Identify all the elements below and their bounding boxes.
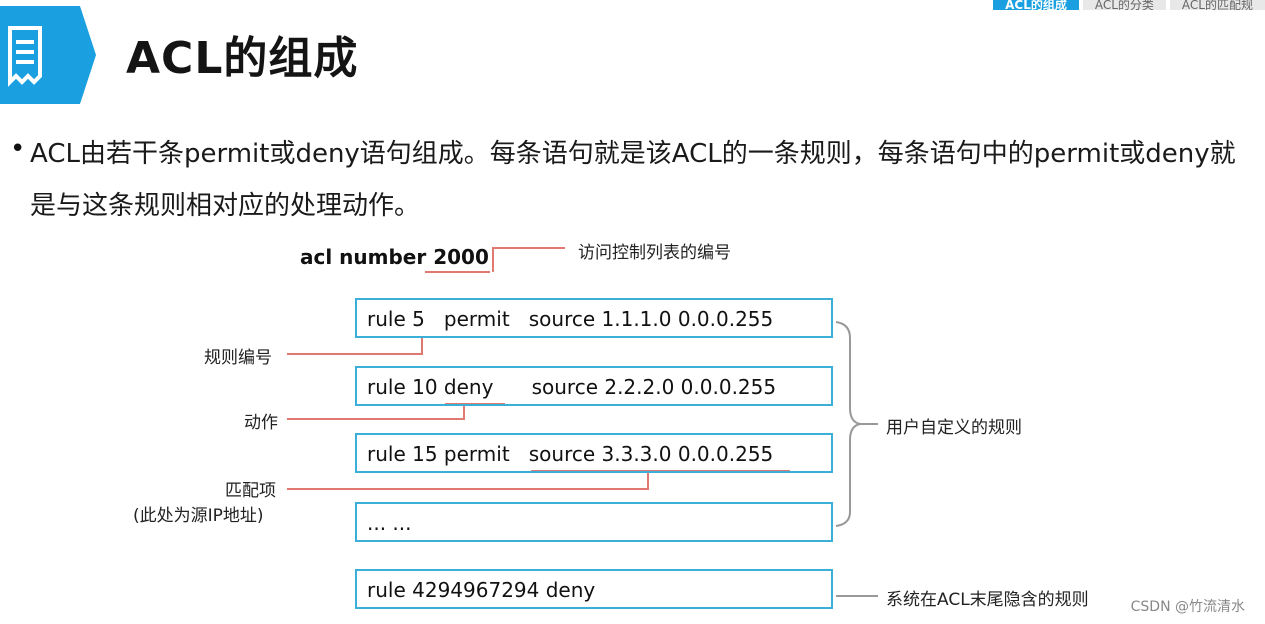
rule-box-ellipsis: ... ... <box>355 502 833 542</box>
acl-number-connector <box>492 247 565 272</box>
label-rule-number: 规则编号 <box>204 348 272 368</box>
label-user-defined: 用户自定义的规则 <box>886 418 1022 438</box>
watermark: CSDN @竹流清水 <box>1130 599 1245 615</box>
action-connector <box>287 404 465 420</box>
rule-box-15: rule 15 permit source 3.3.3.0 0.0.0.255 <box>355 433 833 473</box>
user-rules-brace <box>835 321 861 527</box>
label-match-item: 匹配项 <box>225 481 276 501</box>
rule-box-10: rule 10 deny source 2.2.2.0 0.0.0.255 <box>355 366 833 406</box>
label-match-item-note: (此处为源IP地址) <box>133 506 264 526</box>
rule-box-implicit: rule 4294967294 deny <box>355 569 833 609</box>
match-connector <box>287 471 649 490</box>
label-acl-number: 访问控制列表的编号 <box>578 243 731 263</box>
rule-number-connector <box>287 337 423 355</box>
acl-number-header: acl number 2000 <box>300 245 489 269</box>
label-action: 动作 <box>244 413 278 433</box>
rule-box-5: rule 5 permit source 1.1.1.0 0.0.0.255 <box>355 298 833 338</box>
label-implicit-rule: 系统在ACL末尾隐含的规则 <box>886 590 1089 610</box>
